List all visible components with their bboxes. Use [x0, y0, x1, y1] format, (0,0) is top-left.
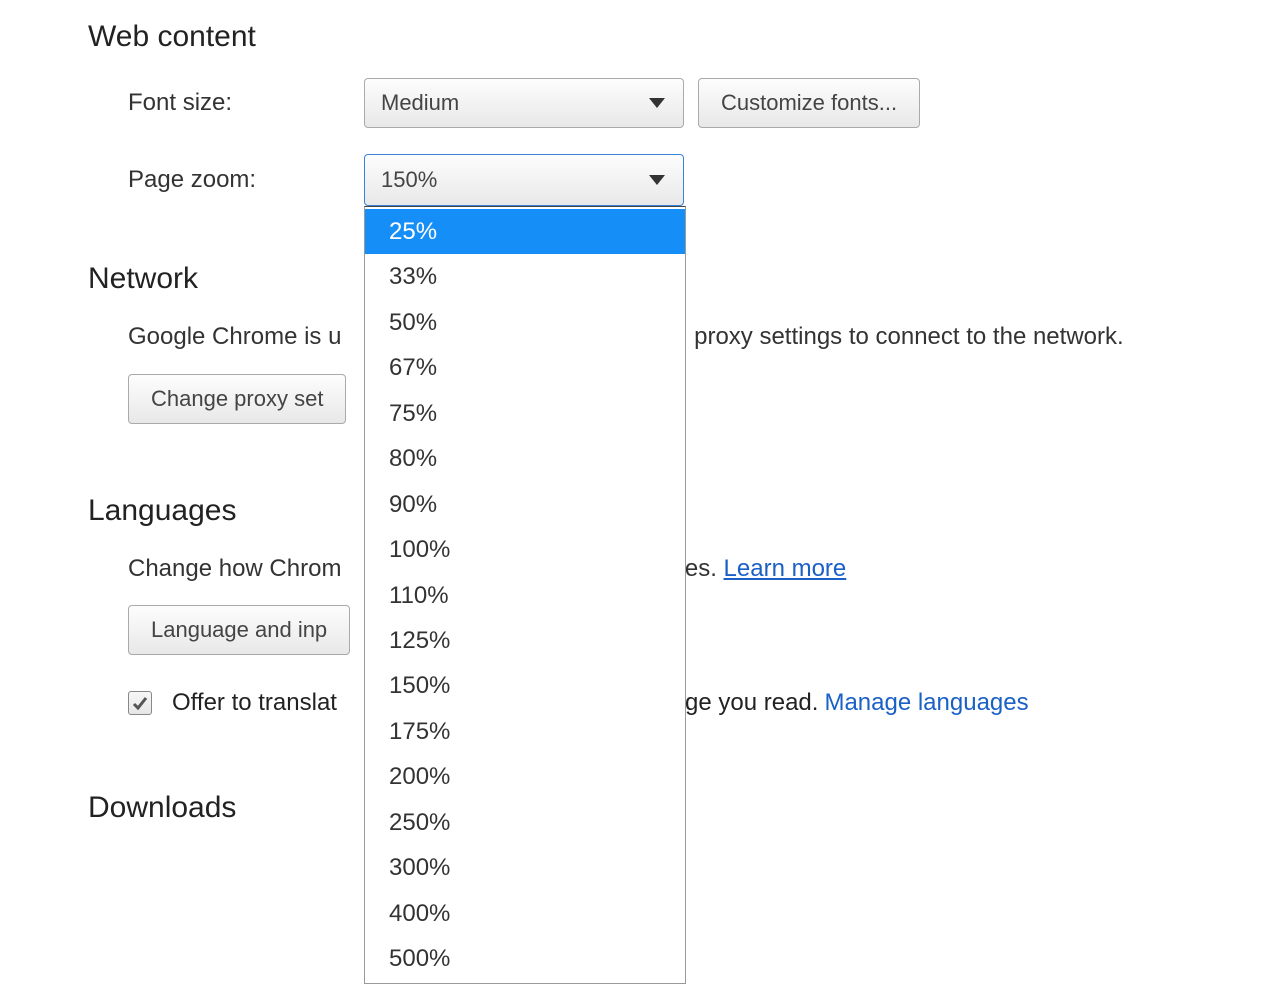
chevron-down-icon [649, 175, 665, 185]
customize-fonts-button[interactable]: Customize fonts... [698, 78, 920, 128]
zoom-option[interactable]: 50% [365, 300, 685, 345]
zoom-option[interactable]: 400% [365, 891, 685, 936]
learn-more-link[interactable]: Learn more [724, 555, 847, 582]
zoom-option[interactable]: 90% [365, 482, 685, 527]
zoom-option[interactable]: 150% [365, 663, 685, 708]
page-zoom-row: Page zoom: 150% 25%33%50%67%75%80%90%100… [128, 154, 1268, 206]
font-size-label: Font size: [128, 89, 364, 117]
zoom-option[interactable]: 110% [365, 573, 685, 618]
zoom-option[interactable]: 500% [365, 936, 685, 981]
page-zoom-label: Page zoom: [128, 166, 364, 194]
manage-languages-link[interactable]: Manage languages [824, 689, 1028, 717]
zoom-option[interactable]: 75% [365, 391, 685, 436]
zoom-option[interactable]: 125% [365, 618, 685, 663]
zoom-option[interactable]: 250% [365, 800, 685, 845]
zoom-option[interactable]: 25% [365, 209, 685, 254]
zoom-option[interactable]: 100% [365, 527, 685, 572]
zoom-option[interactable]: 300% [365, 845, 685, 890]
languages-description: Change how Chromguages. Learn more [128, 552, 1268, 586]
font-size-row: Font size: Medium Customize fonts... [128, 78, 1268, 128]
zoom-option[interactable]: 200% [365, 754, 685, 799]
network-description: Google Chrome is um proxy settings to co… [128, 320, 1268, 354]
chevron-down-icon [649, 98, 665, 108]
web-content-heading: Web content [88, 20, 1268, 54]
zoom-option[interactable]: 33% [365, 254, 685, 299]
page-zoom-value: 150% [381, 167, 437, 193]
zoom-option[interactable]: 67% [365, 345, 685, 390]
offer-translate-checkbox[interactable] [128, 691, 152, 715]
change-proxy-button[interactable]: Change proxy set [128, 374, 346, 424]
page-zoom-select[interactable]: 150% [364, 154, 684, 206]
page-zoom-dropdown[interactable]: 25%33%50%67%75%80%90%100%110%125%150%175… [364, 206, 686, 984]
zoom-option[interactable]: 175% [365, 709, 685, 754]
zoom-option[interactable]: 80% [365, 436, 685, 481]
font-size-value: Medium [381, 90, 459, 116]
offer-translate-row: Offer to translatguage you read. Manage … [128, 689, 1268, 717]
language-input-button[interactable]: Language and inp [128, 605, 350, 655]
font-size-select[interactable]: Medium [364, 78, 684, 128]
